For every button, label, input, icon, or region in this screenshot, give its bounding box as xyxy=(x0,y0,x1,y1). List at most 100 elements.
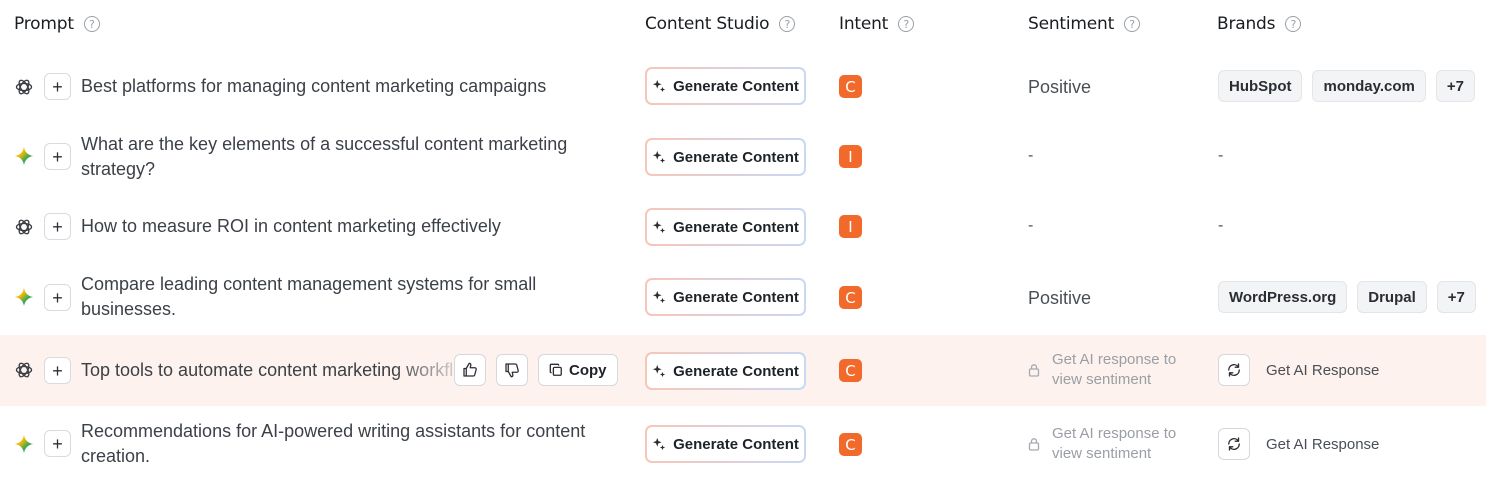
generate-content-label: Generate Content xyxy=(673,288,799,306)
chatgpt-icon xyxy=(15,219,33,235)
sentiment-locked: Get AI response to view sentiment xyxy=(1028,424,1192,464)
sentiment-value: Positive xyxy=(1028,77,1092,97)
brand-chip[interactable]: WordPress.org xyxy=(1218,281,1348,313)
help-icon[interactable]: ? xyxy=(1285,16,1302,32)
thumbs-up-icon xyxy=(463,362,477,377)
intent-badge: C xyxy=(839,75,862,98)
prompts-table: Prompt ? Content Studio ? Intent ? Senti… xyxy=(0,0,1486,484)
generate-content-label: Generate Content xyxy=(673,362,799,380)
copy-label: Copy xyxy=(569,361,607,379)
add-prompt-button[interactable]: + xyxy=(44,73,71,100)
sentiment-value: - xyxy=(1028,217,1034,234)
generate-content-button[interactable]: Generate Content xyxy=(645,278,806,316)
refresh-button[interactable] xyxy=(1218,354,1250,386)
help-icon[interactable]: ? xyxy=(898,16,915,32)
header-prompt: Prompt ? xyxy=(14,13,100,35)
chatgpt-icon xyxy=(15,79,33,95)
prompt-text: Best platforms for managing content mark… xyxy=(81,76,547,96)
get-ai-response: Get AI Response xyxy=(1218,354,1379,386)
brand-list: WordPress.org Drupal +7 xyxy=(1218,281,1476,313)
add-prompt-button[interactable]: + xyxy=(44,430,71,457)
table-row[interactable]: + Compare leading content management sys… xyxy=(0,262,1486,334)
sparkle-icon xyxy=(652,220,666,234)
header-brands-label: Brands xyxy=(1217,14,1276,34)
prompt-text: Compare leading content management syste… xyxy=(81,274,537,319)
prompt-text: What are the key elements of a successfu… xyxy=(81,134,568,179)
gemini-icon xyxy=(14,287,34,307)
brand-more-chip[interactable]: +7 xyxy=(1435,70,1475,102)
brand-chip[interactable]: monday.com xyxy=(1312,70,1426,102)
chatgpt-icon xyxy=(15,362,33,378)
header-brands: Brands ? xyxy=(1217,13,1302,35)
add-prompt-button[interactable]: + xyxy=(44,357,71,384)
header-content-studio-label: Content Studio xyxy=(645,14,770,34)
intent-badge: C xyxy=(839,359,862,382)
add-prompt-button[interactable]: + xyxy=(44,213,71,240)
table-row[interactable]: + How to measure ROI in content marketin… xyxy=(0,192,1486,262)
sentiment-locked: Get AI response to view sentiment xyxy=(1028,350,1192,390)
header-intent-label: Intent xyxy=(839,14,889,34)
refresh-icon xyxy=(1228,363,1240,377)
lock-icon xyxy=(1028,438,1040,451)
gemini-icon xyxy=(14,434,34,454)
gemini-icon xyxy=(14,146,34,166)
brand-empty: - xyxy=(1218,147,1224,164)
brand-list: HubSpot monday.com +7 xyxy=(1218,70,1475,102)
header-content-studio: Content Studio ? xyxy=(645,13,796,35)
sentiment-locked-text: Get AI response to view sentiment xyxy=(1052,351,1177,388)
table-header: Prompt ? Content Studio ? Intent ? Senti… xyxy=(0,0,1486,48)
table-row[interactable]: + Top tools to automate content marketin… xyxy=(0,335,1486,406)
generate-content-label: Generate Content xyxy=(673,148,799,166)
header-sentiment: Sentiment ? xyxy=(1028,13,1141,35)
brand-chip[interactable]: HubSpot xyxy=(1218,70,1303,102)
table-row[interactable]: + What are the key elements of a success… xyxy=(0,122,1486,192)
sparkle-icon xyxy=(652,437,666,451)
header-prompt-label: Prompt xyxy=(14,14,74,34)
generate-content-label: Generate Content xyxy=(673,218,799,236)
brand-more-chip[interactable]: +7 xyxy=(1436,281,1476,313)
help-icon[interactable]: ? xyxy=(83,16,100,32)
prompt-text: How to measure ROI in content marketing … xyxy=(81,216,501,236)
get-ai-response-label[interactable]: Get AI Response xyxy=(1266,362,1379,379)
generate-content-button[interactable]: Generate Content xyxy=(645,208,806,246)
sentiment-value: - xyxy=(1028,147,1034,164)
table-row[interactable]: + Recommendations for AI-powered writing… xyxy=(0,406,1486,482)
copy-icon xyxy=(549,363,562,376)
thumbs-down-icon xyxy=(505,363,519,378)
intent-badge: I xyxy=(839,145,862,168)
header-sentiment-label: Sentiment xyxy=(1028,14,1115,34)
get-ai-response-label[interactable]: Get AI Response xyxy=(1266,436,1379,453)
refresh-button[interactable] xyxy=(1218,428,1250,460)
lock-icon xyxy=(1028,364,1040,377)
help-icon[interactable]: ? xyxy=(1124,16,1141,32)
brand-empty: - xyxy=(1218,217,1224,234)
generate-content-label: Generate Content xyxy=(673,435,799,453)
generate-content-button[interactable]: Generate Content xyxy=(645,352,806,390)
thumbs-down-button[interactable] xyxy=(496,354,528,386)
brand-chip[interactable]: Drupal xyxy=(1357,281,1427,313)
header-intent: Intent ? xyxy=(839,13,915,35)
generate-content-button[interactable]: Generate Content xyxy=(645,67,806,105)
add-prompt-button[interactable]: + xyxy=(44,284,71,311)
intent-badge: C xyxy=(839,433,862,456)
add-prompt-button[interactable]: + xyxy=(44,143,71,170)
generate-content-button[interactable]: Generate Content xyxy=(645,138,806,176)
copy-button[interactable]: Copy xyxy=(538,354,618,386)
help-icon[interactable]: ? xyxy=(779,16,796,32)
sentiment-locked-text: Get AI response to view sentiment xyxy=(1052,425,1177,462)
sparkle-icon xyxy=(652,150,666,164)
generate-content-button[interactable]: Generate Content xyxy=(645,425,806,463)
sparkle-icon xyxy=(652,79,666,93)
sentiment-value: Positive xyxy=(1028,288,1092,308)
intent-badge: I xyxy=(839,215,862,238)
thumbs-up-button[interactable] xyxy=(454,354,486,386)
prompt-text: Recommendations for AI-powered writing a… xyxy=(81,421,586,466)
intent-badge: C xyxy=(839,286,862,309)
prompt-text: Top tools to automate content marketing … xyxy=(81,360,471,380)
generate-content-label: Generate Content xyxy=(673,77,799,95)
get-ai-response: Get AI Response xyxy=(1218,428,1379,460)
table-row[interactable]: + Best platforms for managing content ma… xyxy=(0,52,1486,122)
sparkle-icon xyxy=(652,364,666,378)
row-actions: Copy xyxy=(454,354,618,386)
refresh-icon xyxy=(1228,437,1240,451)
